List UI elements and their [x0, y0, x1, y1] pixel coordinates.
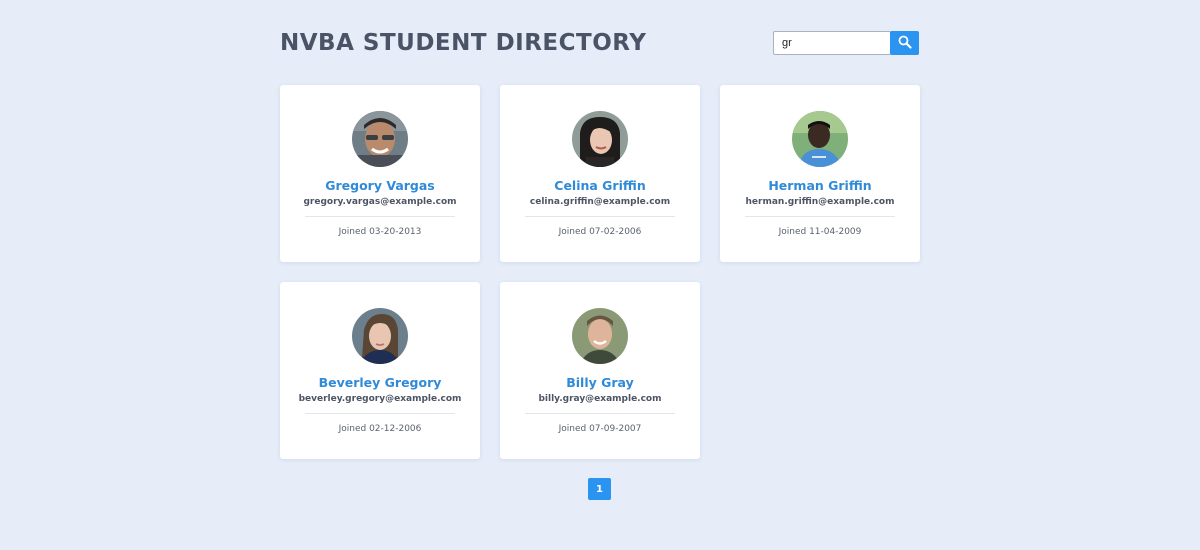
student-name[interactable]: Beverley Gregory — [280, 375, 480, 390]
student-name[interactable]: Gregory Vargas — [280, 178, 480, 193]
avatar — [792, 111, 848, 167]
divider — [305, 413, 455, 414]
student-email: billy.gray@example.com — [538, 394, 662, 404]
divider — [305, 216, 455, 217]
student-name[interactable]: Billy Gray — [500, 375, 700, 390]
joined-date: Joined 02-12-2006 — [338, 424, 422, 434]
student-name[interactable]: Herman Griffin — [720, 178, 920, 193]
student-name[interactable]: Celina Griffin — [500, 178, 700, 193]
search-icon — [898, 35, 912, 52]
avatar — [572, 308, 628, 364]
student-card[interactable]: Herman Griffin herman.griffin@example.co… — [720, 85, 920, 262]
student-email: herman.griffin@example.com — [745, 197, 895, 207]
header: NVBA STUDENT DIRECTORY — [280, 0, 920, 85]
student-card[interactable]: Celina Griffin celina.griffin@example.co… — [500, 85, 700, 262]
search-form — [773, 31, 919, 55]
directory-container: NVBA STUDENT DIRECTORY gr Gregory Vargas… — [280, 0, 920, 500]
page-title: NVBA STUDENT DIRECTORY — [280, 30, 647, 56]
student-card[interactable]: Billy Gray billy.gray@example.com Joined… — [500, 282, 700, 459]
joined-date: Joined 03-20-2013 — [338, 227, 422, 237]
divider — [745, 216, 895, 217]
page-button-1[interactable]: 1 — [588, 478, 611, 500]
divider — [525, 413, 675, 414]
joined-date: Joined 07-09-2007 — [558, 424, 642, 434]
search-input[interactable] — [773, 31, 891, 55]
student-card[interactable]: Gregory Vargas gregory.vargas@example.co… — [280, 85, 480, 262]
student-email: gregory.vargas@example.com — [303, 197, 457, 207]
student-email: beverley.gregory@example.com — [298, 394, 462, 404]
search-button[interactable] — [890, 31, 919, 55]
joined-date: Joined 11-04-2009 — [778, 227, 862, 237]
joined-date: Joined 07-02-2006 — [558, 227, 642, 237]
student-email: celina.griffin@example.com — [529, 197, 671, 207]
avatar — [572, 111, 628, 167]
pagination: 1 — [588, 478, 611, 500]
divider — [525, 216, 675, 217]
student-card[interactable]: Beverley Gregory beverley.gregory@exampl… — [280, 282, 480, 459]
avatar — [352, 308, 408, 364]
avatar — [352, 111, 408, 167]
